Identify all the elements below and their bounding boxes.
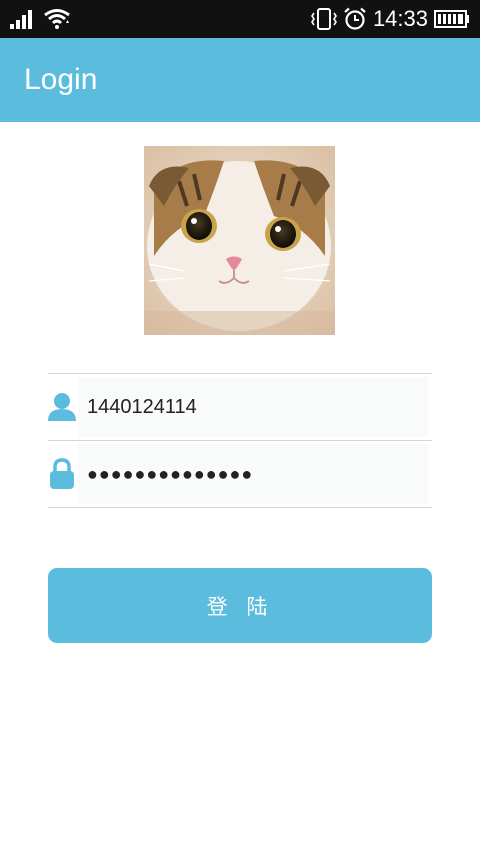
login-button[interactable]: 登 陆	[48, 568, 432, 643]
vibrate-icon	[310, 8, 337, 30]
battery-icon	[434, 10, 469, 28]
app-bar-title: Login	[24, 63, 98, 96]
lock-icon	[50, 458, 74, 489]
signal-icon	[10, 10, 32, 29]
password-row	[48, 441, 432, 507]
user-icon	[48, 393, 76, 421]
status-time: 14:33	[372, 6, 428, 31]
cat-photo-avatar	[144, 146, 335, 335]
username-row	[48, 374, 432, 440]
username-input[interactable]	[78, 377, 428, 437]
wifi-icon	[44, 9, 70, 29]
divider-bottom	[48, 507, 432, 508]
cat-photo-image	[144, 146, 335, 335]
status-left	[10, 7, 72, 29]
status-bar: 14:33	[0, 0, 480, 38]
status-right: 14:33	[310, 6, 470, 32]
alarm-icon	[344, 7, 366, 30]
password-input[interactable]	[78, 444, 428, 504]
